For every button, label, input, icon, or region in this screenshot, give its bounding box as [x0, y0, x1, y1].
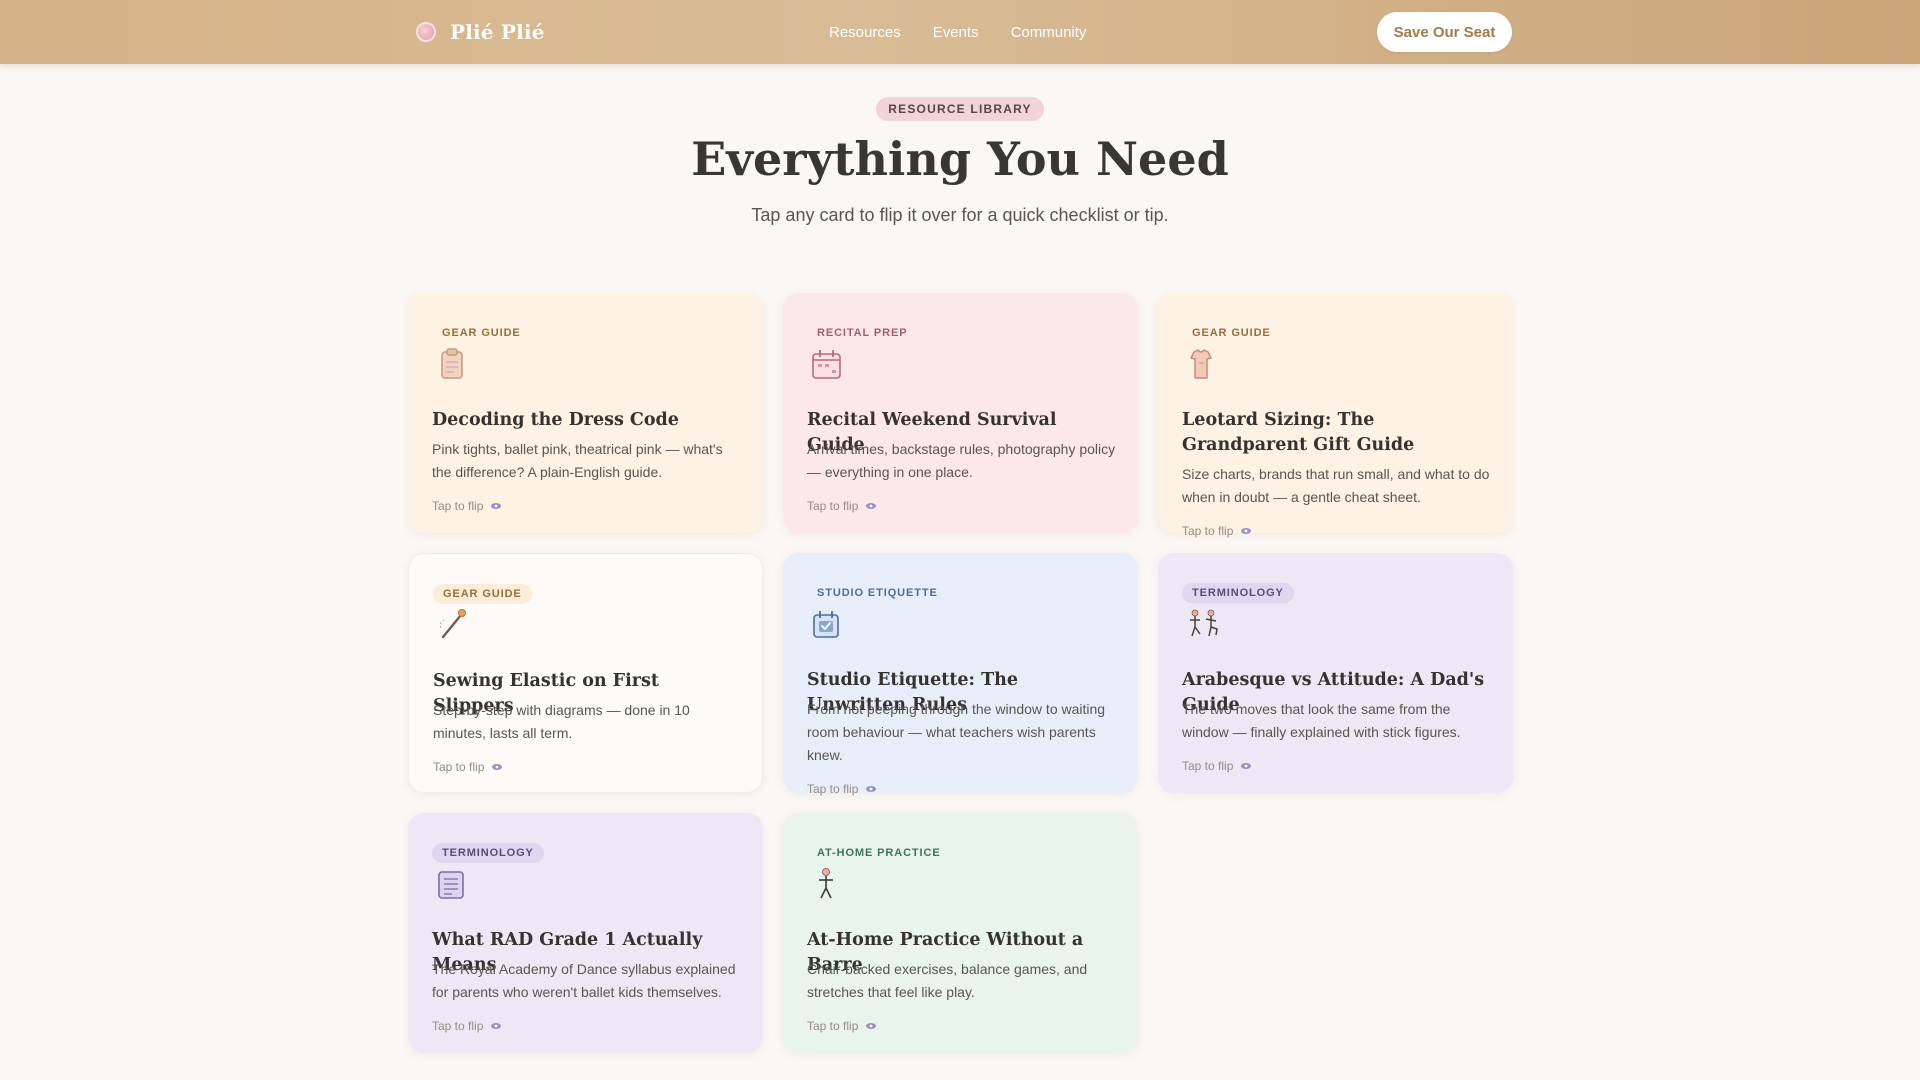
tap-to-flip[interactable]: Tap to flip: [1182, 524, 1252, 538]
card-title: Leotard Sizing: The Grandparent Gift Gui…: [1182, 410, 1415, 455]
eye-icon: [866, 786, 877, 792]
card-leotard-sizing[interactable]: GEAR GUIDE Leotard Sizing: The Grandpare…: [1158, 293, 1513, 538]
card-description: The two moves that look the same from th…: [1182, 701, 1461, 740]
card-description: Arrival times, backstage rules, photogra…: [807, 441, 1116, 480]
card-tag: GEAR GUIDE: [1192, 327, 1271, 339]
card-rad-grade-1[interactable]: TERMINOLOGY What RAD Grade 1 Actually Me…: [408, 813, 763, 1053]
calendar-icon: [812, 350, 841, 379]
page-subtitle: Tap any card to flip it over for a quick…: [751, 205, 1169, 225]
tap-to-flip-label: Tap to flip: [1182, 759, 1234, 773]
card-description: Chair-backed exercises, balance games, a…: [807, 961, 1088, 1000]
save-our-seat-button[interactable]: Save Our Seat: [1377, 12, 1512, 52]
card-description: The Royal Academy of Dance syllabus expl…: [432, 961, 736, 1000]
card-tag: STUDIO ETIQUETTE: [817, 587, 938, 599]
card-tag: AT-HOME PRACTICE: [817, 847, 941, 859]
tap-to-flip[interactable]: Tap to flip: [433, 760, 503, 774]
tap-to-flip-label: Tap to flip: [432, 1019, 484, 1033]
card-description: Step-by-step with diagrams — done in 10 …: [433, 702, 690, 741]
tap-to-flip[interactable]: Tap to flip: [432, 499, 502, 513]
eye-icon: [1241, 763, 1252, 769]
tap-to-flip-label: Tap to flip: [433, 760, 485, 774]
card-description: Pink tights, ballet pink, theatrical pin…: [432, 441, 723, 480]
card-tag: TERMINOLOGY: [1182, 583, 1294, 603]
tap-to-flip-label: Tap to flip: [807, 1019, 859, 1033]
card-tag: GEAR GUIDE: [442, 327, 521, 339]
tap-to-flip[interactable]: Tap to flip: [807, 1019, 877, 1033]
calendar-check-icon: [813, 611, 839, 638]
card-description: Size charts, brands that run small, and …: [1182, 466, 1490, 505]
tap-to-flip[interactable]: Tap to flip: [1182, 759, 1252, 773]
card-tag: TERMINOLOGY: [432, 843, 544, 863]
card-tag: GEAR GUIDE: [433, 584, 532, 604]
card-recital-weekend[interactable]: RECITAL PREP Recital Weekend Survival Gu…: [783, 293, 1138, 533]
leotard-icon: [1190, 349, 1212, 379]
eye-icon: [866, 1023, 877, 1029]
card-dress-code[interactable]: GEAR GUIDE Decoding the Dress Code Pink …: [408, 293, 763, 533]
eye-icon: [492, 764, 503, 770]
section-badge: RESOURCE LIBRARY: [876, 97, 1044, 121]
notebook-icon: [438, 871, 464, 899]
card-arabesque-attitude[interactable]: TERMINOLOGY Arabesque vs Attitude: A Dad…: [1158, 553, 1513, 793]
card-title: Decoding the Dress Code: [432, 410, 679, 430]
eye-icon: [491, 503, 502, 509]
brand-name: Plié Plié: [450, 20, 545, 44]
tap-to-flip[interactable]: Tap to flip: [807, 499, 877, 513]
clipboard-icon: [441, 348, 463, 379]
page-title: Everything You Need: [691, 132, 1229, 186]
nav-community[interactable]: Community: [1011, 24, 1087, 41]
needle-icon: [439, 609, 466, 639]
eye-icon: [491, 1023, 502, 1029]
card-at-home-practice[interactable]: AT-HOME PRACTICE At-Home Practice Withou…: [783, 813, 1138, 1053]
card-tag: RECITAL PREP: [817, 327, 908, 339]
brand-logo-icon: [416, 22, 436, 42]
hero-eyebrow-wrap: RESOURCE LIBRARY: [0, 97, 1920, 121]
card-sewing-elastic[interactable]: GEAR GUIDE Sewing Elastic on First Slipp…: [408, 553, 763, 793]
nav-events[interactable]: Events: [933, 24, 979, 41]
tap-to-flip-label: Tap to flip: [807, 499, 859, 513]
stick-figure-icon: [819, 868, 833, 899]
stick-figures-icon: [1190, 609, 1218, 637]
card-description: From not peeping through the window to w…: [807, 701, 1106, 763]
brand[interactable]: Plié Plié: [416, 0, 545, 64]
nav-resources[interactable]: Resources: [829, 24, 901, 41]
eye-icon: [866, 503, 877, 509]
top-bar: Plié Plié Resources Events Community Sav…: [0, 0, 1920, 64]
tap-to-flip-label: Tap to flip: [432, 499, 484, 513]
eye-icon: [1241, 528, 1252, 534]
tap-to-flip-label: Tap to flip: [807, 782, 859, 796]
tap-to-flip-label: Tap to flip: [1182, 524, 1234, 538]
tap-to-flip[interactable]: Tap to flip: [432, 1019, 502, 1033]
main-nav: Resources Events Community: [829, 0, 1086, 64]
tap-to-flip[interactable]: Tap to flip: [807, 782, 877, 796]
card-studio-etiquette[interactable]: STUDIO ETIQUETTE Studio Etiquette: The U…: [783, 553, 1138, 796]
